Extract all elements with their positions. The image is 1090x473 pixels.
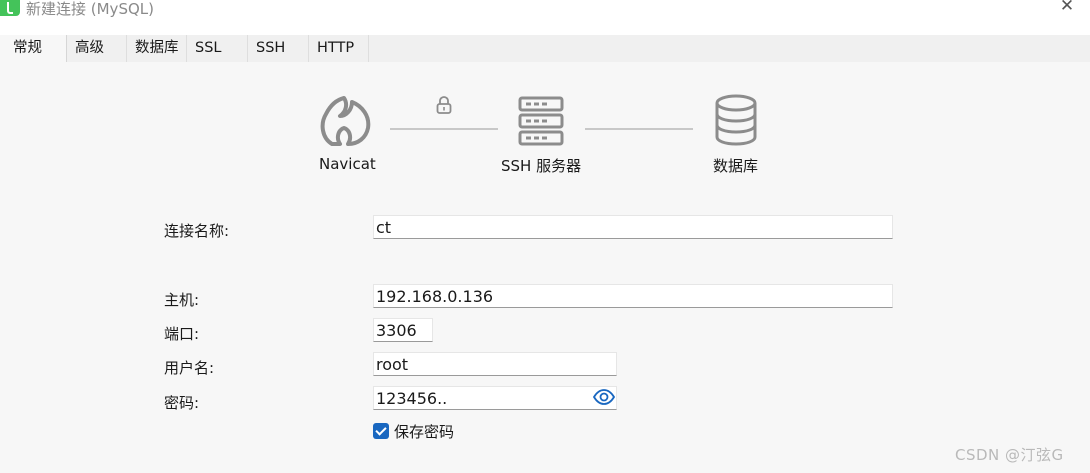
save-password-label: 保存密码 (394, 423, 455, 441)
navicat-logo-icon (318, 94, 374, 148)
host-label: 主机: (164, 291, 200, 309)
close-button[interactable]: ✕ (1058, 0, 1076, 15)
username-label: 用户名: (164, 359, 215, 377)
host-input[interactable] (373, 284, 893, 308)
tab-http[interactable]: HTTP (309, 35, 369, 62)
navicat-app-icon (0, 0, 20, 16)
port-label: 端口: (164, 325, 200, 343)
show-password-eye-icon[interactable] (592, 389, 616, 405)
window-title: 新建连接 (MySQL) (26, 0, 154, 18)
password-label: 密码: (164, 394, 200, 412)
navicat-label: Navicat (319, 155, 376, 173)
save-password-checkbox[interactable] (373, 423, 389, 439)
database-icon (714, 94, 758, 146)
lock-icon (434, 95, 454, 115)
ssh-server-label: SSH 服务器 (501, 157, 582, 175)
port-input[interactable] (373, 318, 433, 342)
tab-ssl[interactable]: SSL (187, 35, 248, 62)
tab-ssh[interactable]: SSH (248, 35, 309, 62)
title-bar: 新建连接 (MySQL) ✕ (0, 0, 1090, 24)
connection-name-input[interactable] (373, 215, 893, 239)
watermark-text: CSDN @汀弦G (955, 446, 1064, 464)
tab-bar: 常规 高级 数据库 SSL SSH HTTP (0, 35, 1090, 63)
tab-advanced[interactable]: 高级 (67, 35, 127, 62)
password-input[interactable] (373, 386, 617, 410)
username-input[interactable] (373, 352, 617, 376)
connector-line (390, 128, 498, 130)
tab-general[interactable]: 常规 (0, 35, 67, 63)
tab-databases[interactable]: 数据库 (127, 35, 187, 62)
connector-line (585, 128, 693, 130)
server-icon (518, 96, 564, 146)
database-label: 数据库 (713, 157, 759, 175)
connection-name-label: 连接名称: (164, 222, 230, 240)
